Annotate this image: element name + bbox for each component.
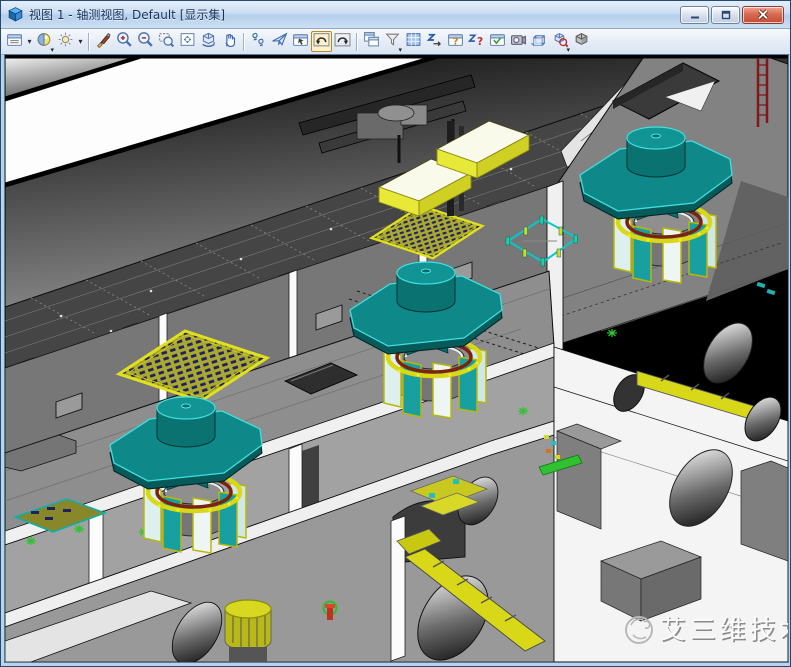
svg-text:?: ? — [477, 35, 483, 48]
view-previous-icon — [313, 31, 330, 52]
clip-volume-dropdown[interactable]: ▾ — [398, 47, 402, 54]
minimize-button[interactable] — [680, 6, 709, 24]
copy-view-button[interactable] — [361, 31, 382, 52]
valve-mark — [518, 407, 528, 415]
camera-settings-button[interactable] — [508, 31, 529, 52]
window-controls — [680, 6, 784, 24]
update-view-icon — [95, 31, 112, 52]
view-next-icon — [334, 31, 351, 52]
window-area-button[interactable] — [156, 31, 177, 52]
titlebar[interactable]: 视图 1 - 轴测视图, Default [显示集] — [1, 1, 790, 29]
window-title: 视图 1 - 轴测视图, Default [显示集] — [29, 6, 225, 23]
navigate-view-button[interactable] — [290, 31, 311, 52]
pan-view-button[interactable] — [219, 31, 240, 52]
view-next-button[interactable] — [332, 31, 353, 52]
walk-button[interactable] — [248, 31, 269, 52]
navigate-view-icon — [292, 31, 309, 52]
adjust-view-brightness-button[interactable] — [55, 31, 76, 52]
query-depth-button[interactable]: ? — [466, 31, 487, 52]
view-display-mode-dropdown[interactable]: ▾ — [50, 47, 54, 54]
set-display-depth-icon — [426, 31, 443, 52]
application-window: 视图 1 - 轴测视图, Default [显示集] ▾ ▾ ▾ ▾?? ▾ — [0, 0, 791, 667]
window-area-icon — [158, 31, 175, 52]
svg-text:?: ? — [453, 36, 459, 47]
column — [391, 516, 405, 661]
rotate-view-icon — [200, 31, 217, 52]
toolbar-separator — [243, 33, 245, 51]
saved-views-button[interactable] — [487, 31, 508, 52]
fit-view-button[interactable] — [177, 31, 198, 52]
update-view-button[interactable] — [93, 31, 114, 52]
toolbar-separator — [356, 33, 358, 51]
set-display-depth-button[interactable] — [424, 31, 445, 52]
display-set-button[interactable] — [571, 31, 592, 52]
view-attributes-dropdown[interactable]: ▾ — [25, 37, 34, 46]
query-depth-icon: ? — [468, 31, 485, 52]
zoom-out-button[interactable] — [135, 31, 156, 52]
camera-settings-icon — [510, 31, 527, 52]
clip-mask-button[interactable] — [403, 31, 424, 52]
fly-icon — [271, 31, 288, 52]
adjust-view-brightness-icon — [57, 31, 74, 52]
watermark-text: 艾三维技术 — [660, 616, 789, 646]
walk-icon — [250, 31, 267, 52]
adjust-view-brightness-dropdown[interactable]: ▾ — [76, 37, 85, 46]
zoom-in-button[interactable] — [114, 31, 135, 52]
view-cube-icon — [7, 6, 24, 23]
view-toolbar: ▾ ▾ ▾ ▾?? ▾ — [1, 29, 790, 55]
view-display-mode-button[interactable]: ▾ — [34, 31, 55, 52]
view-attributes-button[interactable] — [4, 31, 25, 52]
saved-views-icon — [489, 31, 506, 52]
render-view-dropdown[interactable]: ▾ — [566, 47, 570, 54]
view-attributes-icon — [6, 31, 23, 52]
define-cube-button[interactable] — [529, 31, 550, 52]
define-cube-icon — [531, 31, 548, 52]
lower-mill — [225, 600, 271, 662]
clip-mask-icon — [405, 31, 422, 52]
fit-view-icon — [179, 31, 196, 52]
toolbar-separator — [88, 33, 90, 51]
zoom-in-icon — [116, 31, 133, 52]
restore-button[interactable] — [711, 6, 740, 24]
view-previous-button[interactable] — [311, 31, 332, 52]
clip-volume-button[interactable]: ▾ — [382, 31, 403, 52]
render-view-button[interactable]: ▾ — [550, 31, 571, 52]
show-display-depth-icon: ? — [447, 31, 464, 52]
display-set-icon — [573, 31, 590, 52]
fly-button[interactable] — [269, 31, 290, 52]
view-canvas[interactable]: 艾三维技术 艾三维技术 — [5, 55, 788, 662]
pan-view-icon — [221, 31, 238, 52]
rotate-view-button[interactable] — [198, 31, 219, 52]
copy-view-icon — [363, 31, 380, 52]
zoom-out-icon — [137, 31, 154, 52]
show-display-depth-button[interactable]: ? — [445, 31, 466, 52]
close-button[interactable] — [742, 6, 784, 24]
valve-mark — [607, 329, 617, 337]
